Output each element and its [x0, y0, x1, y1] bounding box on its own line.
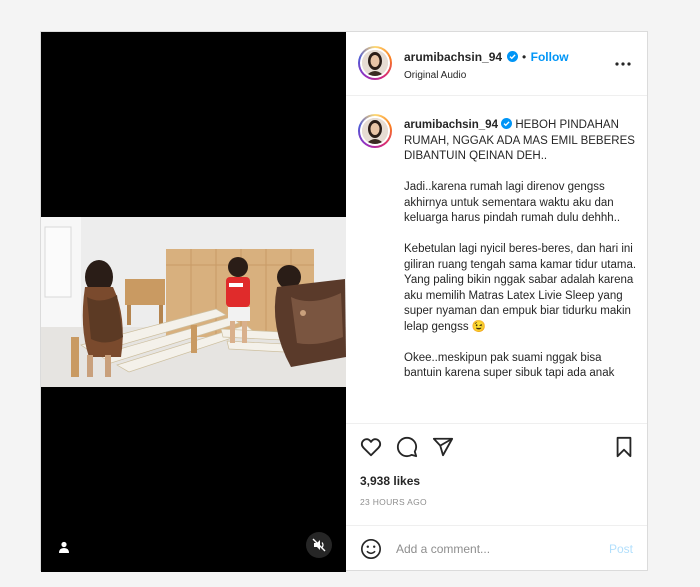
bookmark-icon[interactable]: [613, 436, 635, 458]
emoji-icon[interactable]: [360, 538, 382, 560]
verified-badge-icon: [506, 51, 518, 62]
post-modal: arumibachsin_94 • Follow Original Audio: [40, 31, 648, 572]
caption-paragraph: Kebetulan lagi nyicil beres-beres, dan h…: [404, 243, 637, 333]
caption-paragraph: Jadi..karena rumah lagi direnov gengss a…: [404, 181, 621, 224]
separator-dot: •: [521, 50, 527, 64]
follow-button[interactable]: Follow: [531, 50, 569, 64]
post-side-panel: arumibachsin_94 • Follow Original Audio: [346, 32, 647, 572]
action-bar: [346, 423, 647, 463]
post-author-username[interactable]: arumibachsin_94: [404, 50, 502, 64]
caption-avatar[interactable]: [358, 114, 392, 148]
mute-icon: [312, 538, 326, 552]
video-player[interactable]: [41, 32, 346, 572]
caption-username[interactable]: arumibachsin_94: [404, 119, 498, 131]
like-count[interactable]: 3,938 likes: [360, 474, 420, 488]
caption-text: arumibachsin_94 HEBOH PINDAHAN RUMAH, NG…: [404, 118, 638, 397]
caption-area: arumibachsin_94 HEBOH PINDAHAN RUMAH, NG…: [346, 97, 647, 422]
verified-badge-icon: [501, 118, 513, 129]
video-frame[interactable]: [41, 217, 346, 387]
comment-input[interactable]: [396, 538, 596, 560]
avatar[interactable]: [358, 46, 392, 80]
share-icon[interactable]: [432, 436, 454, 458]
post-header: arumibachsin_94 • Follow Original Audio: [346, 32, 647, 96]
user-tag-icon[interactable]: [57, 540, 71, 554]
comment-bar: Post: [346, 525, 647, 572]
audio-label[interactable]: Original Audio: [404, 70, 466, 81]
more-options-icon[interactable]: [613, 54, 633, 74]
heart-icon[interactable]: [360, 436, 382, 458]
post-timestamp[interactable]: 23 HOURS AGO: [360, 497, 427, 507]
caption-paragraph: Okee..meskipun pak suami nggak bisa bant…: [404, 351, 615, 380]
post-comment-button[interactable]: Post: [609, 542, 633, 556]
video-scene: [41, 217, 346, 387]
comment-icon[interactable]: [396, 436, 418, 458]
mute-button[interactable]: [306, 532, 332, 558]
